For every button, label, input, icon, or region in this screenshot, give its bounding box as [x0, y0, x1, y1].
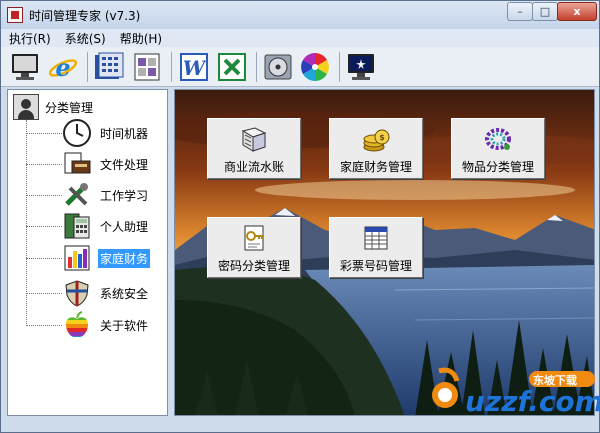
monitor-icon[interactable] — [9, 51, 41, 83]
password-category-button[interactable]: 密码分类管理 — [207, 217, 301, 278]
tree-item-time-machine[interactable]: 时间机器 — [26, 118, 150, 148]
watermark-text: uzzf.com — [465, 385, 600, 418]
tools-icon — [65, 183, 88, 206]
family-finance-button[interactable]: $ 家庭财务管理 — [329, 118, 423, 179]
tree-item-label: 时间机器 — [100, 126, 149, 141]
tree-item-label: 文件处理 — [100, 157, 149, 172]
password-category-label: 密码分类管理 — [217, 259, 290, 273]
close-button[interactable]: x — [557, 2, 597, 21]
app-window: 时间管理专家 (v7.3) – □ x 执行(R) 系统(S) 帮助(H) e — [0, 0, 600, 433]
screen-icon[interactable] — [345, 51, 377, 83]
lottery-number-button[interactable]: 彩票号码管理 — [329, 217, 423, 278]
ledger-label: 商业流水账 — [223, 160, 284, 174]
tree-item-file-processing[interactable]: 文件处理 — [26, 149, 150, 179]
item-category-button[interactable]: 物品分类管理 — [451, 118, 545, 179]
lottery-number-label: 彩票号码管理 — [339, 259, 412, 273]
tree-item-label: 工作学习 — [100, 188, 149, 203]
tree-item-work-study[interactable]: 工作学习 — [26, 180, 150, 210]
menu-bar: 执行(R) 系统(S) 帮助(H) — [1, 29, 599, 47]
window-title: 时间管理专家 (v7.3) — [29, 9, 141, 23]
apple-icon — [65, 311, 89, 338]
calculator-book-icon — [64, 213, 90, 239]
menu-help[interactable]: 帮助(H) — [120, 30, 162, 47]
shield-icon — [65, 280, 89, 307]
lottery-table-icon — [364, 226, 388, 250]
menu-system[interactable]: 系统(S) — [65, 30, 106, 47]
tree-item-label: 个人助理 — [100, 219, 149, 234]
beads-icon — [485, 128, 511, 150]
excel-icon[interactable] — [216, 51, 248, 83]
menu-execute[interactable]: 执行(R) — [9, 30, 51, 47]
watermark: 东坡下载 uzzf.com — [429, 367, 600, 425]
close-icon: x — [573, 5, 581, 18]
minimize-button[interactable]: – — [507, 2, 533, 21]
color-wheel-icon[interactable] — [299, 51, 331, 83]
app-icon[interactable] — [7, 7, 23, 23]
user-avatar-icon — [13, 94, 39, 120]
tree-item-system-security[interactable]: 系统安全 — [26, 278, 150, 308]
tree-item-about-software[interactable]: 关于软件 — [26, 310, 150, 340]
item-category-label: 物品分类管理 — [461, 160, 534, 174]
tree-item-family-finance[interactable]: 家庭财务 — [26, 243, 151, 273]
ie-browser-icon[interactable]: e — [47, 51, 79, 83]
word-icon[interactable]: W — [178, 51, 210, 83]
file-printer-icon — [64, 152, 91, 174]
disc-drive-icon[interactable] — [262, 51, 294, 83]
tree-item-label: 家庭财务 — [98, 248, 151, 268]
maximize-icon: □ — [539, 5, 551, 18]
tree-item-label: 关于软件 — [100, 318, 149, 333]
coins-icon: $ — [363, 129, 390, 152]
ledger-icon — [241, 127, 267, 152]
svg-text:W: W — [183, 56, 208, 80]
category-tree: 分类管理 时间机器 文件处理 工作学习 个人助理 家庭财务 系统安全 关于软件 — [7, 89, 168, 416]
family-finance-label: 家庭财务管理 — [339, 160, 412, 174]
tree-root-label: 分类管理 — [45, 100, 94, 115]
calculator-icon[interactable] — [93, 51, 125, 83]
status-bar — [1, 419, 599, 432]
maximize-button[interactable]: □ — [532, 2, 558, 21]
svg-text:$: $ — [379, 133, 385, 142]
tree-item-personal-assistant[interactable]: 个人助理 — [26, 211, 150, 241]
minimize-icon: – — [517, 5, 523, 18]
title-bar[interactable]: 时间管理专家 (v7.3) – □ x — [1, 1, 599, 29]
svg-text:e: e — [55, 53, 70, 82]
toolbar: e W — [1, 47, 599, 87]
tree-item-label: 系统安全 — [100, 286, 149, 301]
clock-icon — [63, 119, 91, 147]
ledger-button[interactable]: 商业流水账 — [207, 118, 301, 179]
organizer-icon[interactable] — [131, 51, 163, 83]
key-document-icon — [244, 225, 264, 251]
tree-root[interactable]: 分类管理 — [13, 94, 93, 120]
bar-chart-icon — [64, 245, 90, 271]
